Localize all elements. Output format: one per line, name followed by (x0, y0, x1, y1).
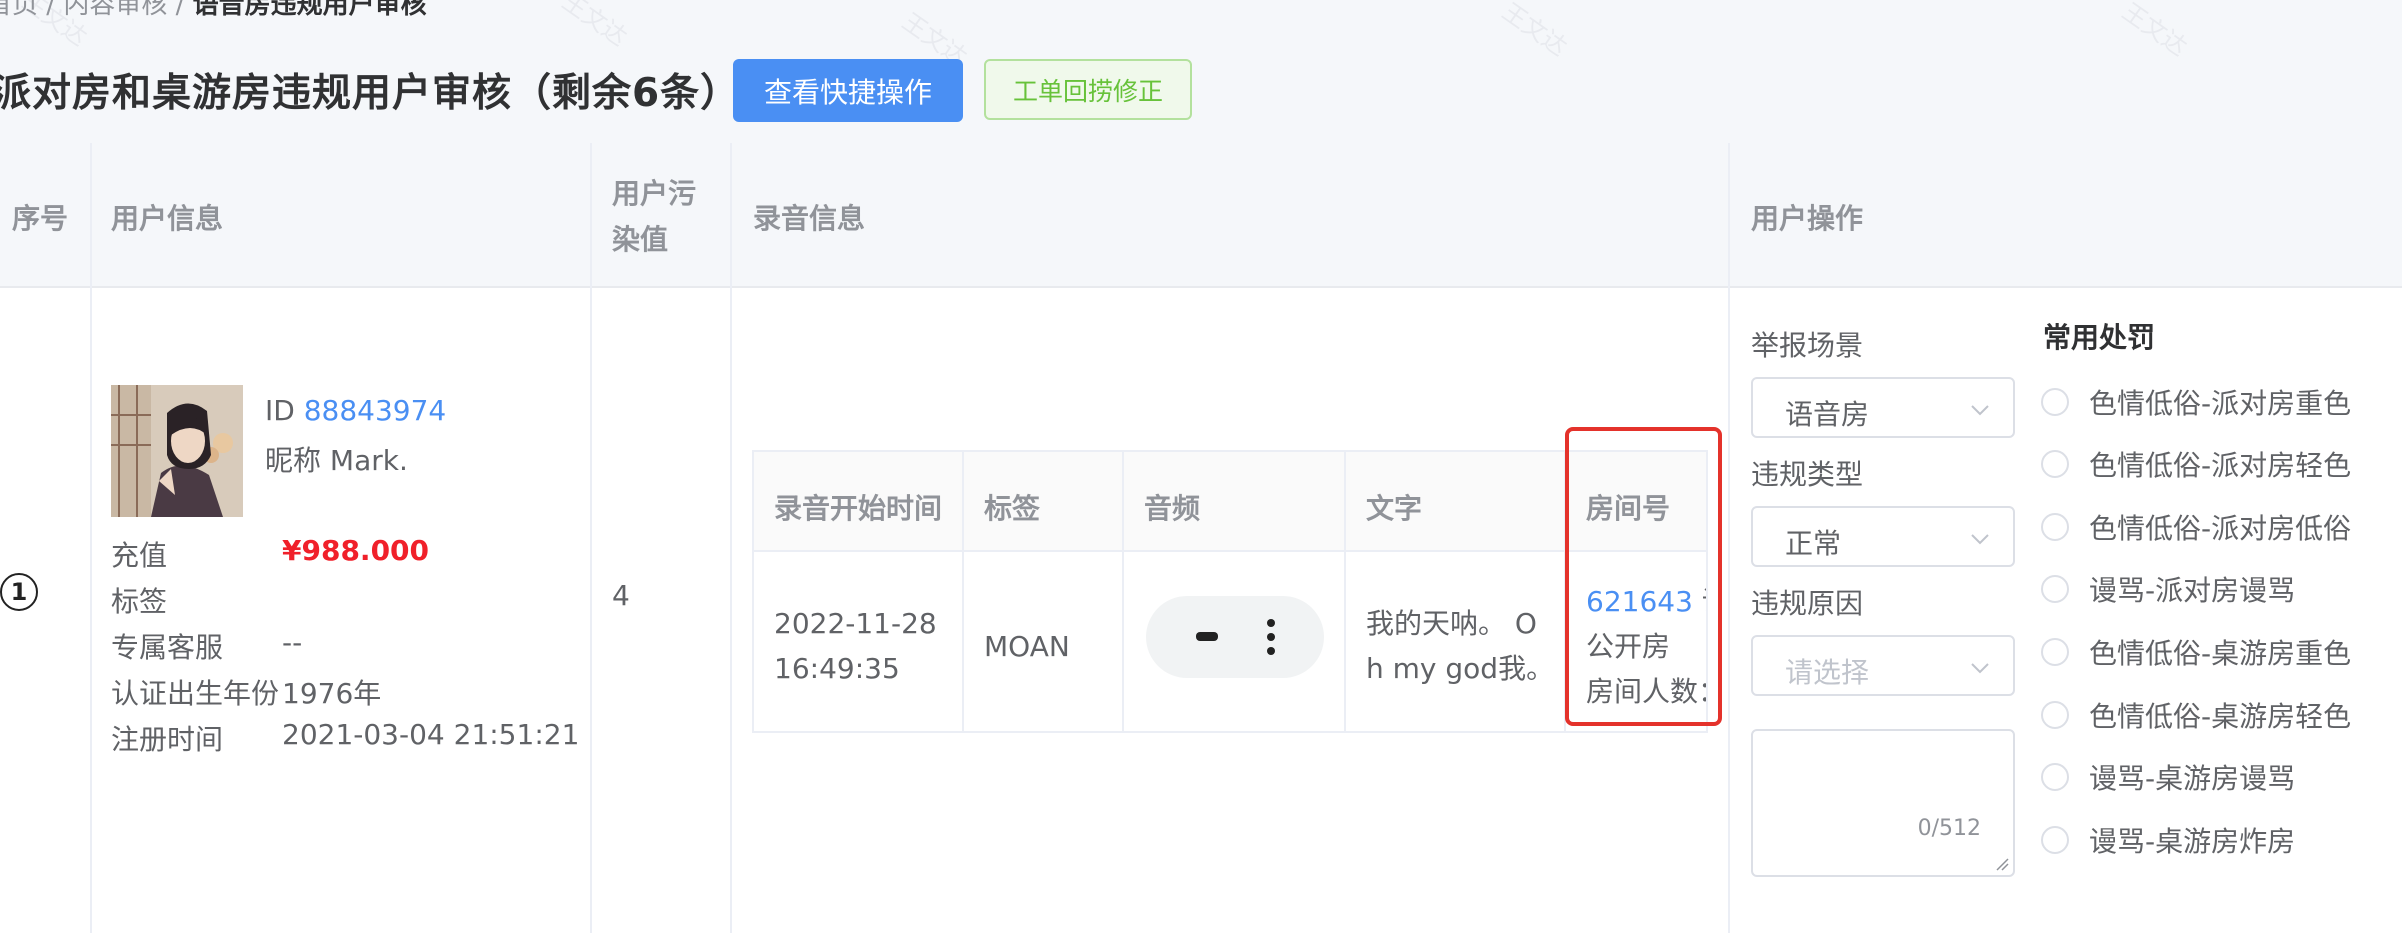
column-divider (730, 143, 732, 933)
birth-value: 1976年 (282, 677, 382, 710)
header-text: 文字 (1366, 492, 1423, 525)
start-time: 16:49:35 (774, 652, 900, 685)
punish-title: 常用处罚 (2043, 321, 2156, 354)
punish-option[interactable]: 色情低俗-派对房低俗 (2041, 507, 2351, 547)
scene-select[interactable]: 语音房 (1751, 377, 2015, 438)
scene-label: 举报场景 (1751, 329, 1864, 362)
violation-type-select[interactable]: 正常 (1751, 506, 2015, 567)
punish-option[interactable]: 色情低俗-派对房重色 (2041, 382, 2351, 422)
chevron-down-icon (1971, 534, 1989, 545)
register-label: 注册时间 (111, 723, 224, 756)
breadcrumb-content-review[interactable]: 内容审核 (63, 0, 167, 20)
column-divider (590, 143, 592, 933)
recharge-label: 充值 (111, 539, 168, 572)
violation-reason-placeholder: 请选择 (1785, 656, 1870, 689)
text-line-1: 我的天呐。 O (1366, 607, 1537, 640)
breadcrumb-current: 语音房违规用户审核 (192, 0, 427, 20)
header-start-time: 录音开始时间 (774, 492, 943, 525)
breadcrumb-home[interactable]: 首页 (0, 0, 38, 20)
punish-option-label: 色情低俗-派对房轻色 (2089, 449, 2352, 482)
header-recording: 录音信息 (753, 202, 866, 235)
radio-icon[interactable] (2041, 450, 2069, 478)
user-id-link[interactable]: 88843974 (304, 394, 447, 427)
remark-textarea[interactable]: 0/512 (1751, 729, 2015, 877)
header-audio: 音频 (1144, 492, 1201, 525)
violation-reason-label: 违规原因 (1751, 587, 1864, 620)
chevron-down-icon (1971, 663, 1989, 674)
page-title: 派对房和桌游房违规用户审核（剩余6条） (0, 71, 741, 116)
room-highlight-box (1565, 427, 1722, 726)
punish-option[interactable]: 谩骂-派对房谩骂 (2041, 569, 2295, 609)
violation-reason-select[interactable]: 请选择 (1751, 635, 2015, 696)
radio-icon[interactable] (2041, 575, 2069, 603)
violation-type-label: 违规类型 (1751, 458, 1864, 491)
punish-option-label: 色情低俗-桌游房重色 (2089, 637, 2352, 670)
punish-option-label: 谩骂-桌游房炸房 (2089, 825, 2296, 858)
resize-handle-icon[interactable] (1995, 857, 2009, 871)
user-id-row: ID 88843974 (265, 394, 446, 427)
punish-option[interactable]: 色情低俗-派对房轻色 (2041, 444, 2351, 484)
correction-button[interactable]: 工单回捞修正 (984, 59, 1192, 120)
avatar[interactable] (111, 385, 243, 517)
watermark: 王文达 (557, 0, 633, 52)
audio-player-controls (1196, 619, 1275, 655)
birth-label: 认证出生年份 (111, 677, 280, 710)
tag-label: 标签 (111, 585, 168, 618)
breadcrumb: 首页 / 内容审核 / 语音房违规用户审核 (0, 0, 427, 21)
watermark: 王文达 (1497, 0, 1573, 62)
audio-player[interactable] (1146, 596, 1324, 678)
punish-option-label: 谩骂-桌游房谩骂 (2089, 762, 2296, 795)
user-id-label: ID (265, 394, 295, 427)
recharge-value: ¥988.000 (282, 534, 430, 567)
scene-select-value: 语音房 (1785, 398, 1870, 431)
radio-icon[interactable] (2041, 513, 2069, 541)
punish-option[interactable]: 色情低俗-桌游房重色 (2041, 632, 2351, 672)
punish-option-label: 谩骂-派对房谩骂 (2089, 574, 2296, 607)
column-divider (90, 143, 92, 933)
nickname-label: 昵称 (265, 444, 322, 477)
radio-icon[interactable] (2041, 388, 2069, 416)
table-header (0, 143, 2402, 288)
breadcrumb-separator: / (175, 0, 193, 20)
radio-icon[interactable] (2041, 638, 2069, 666)
watermark: 王文达 (2117, 0, 2193, 62)
char-counter: 0/512 (1917, 816, 1981, 841)
punish-option-label: 色情低俗-派对房重色 (2089, 387, 2352, 420)
recording-tag: MOAN (984, 630, 1070, 663)
punish-option-label: 色情低俗-派对房低俗 (2089, 512, 2352, 545)
audio-progress-icon (1196, 632, 1218, 641)
pollution-value: 4 (612, 579, 630, 612)
radio-icon[interactable] (2041, 826, 2069, 854)
violation-type-value: 正常 (1785, 527, 1842, 560)
punish-option[interactable]: 谩骂-桌游房谩骂 (2041, 757, 2295, 797)
cs-value: -- (282, 626, 303, 659)
avatar-image (111, 385, 243, 517)
radio-icon[interactable] (2041, 701, 2069, 729)
cs-label: 专属客服 (111, 631, 224, 664)
header-tag: 标签 (984, 492, 1041, 525)
column-divider (962, 452, 964, 731)
row-index-badge: 1 (0, 573, 38, 611)
punish-option[interactable]: 色情低俗-桌游房轻色 (2041, 695, 2351, 735)
text-line-2: h my god我。 (1366, 652, 1555, 685)
column-divider (1122, 452, 1124, 731)
start-date: 2022-11-28 (774, 607, 937, 640)
punish-option[interactable]: 谩骂-桌游房炸房 (2041, 820, 2295, 860)
chevron-down-icon (1971, 405, 1989, 416)
column-divider (1344, 452, 1346, 731)
header-operation: 用户操作 (1751, 202, 1864, 235)
nickname-value: Mark. (329, 444, 408, 477)
header-user-info: 用户信息 (111, 202, 224, 235)
punish-option-label: 色情低俗-桌游房轻色 (2089, 700, 2352, 733)
nickname-row: 昵称 Mark. (265, 439, 408, 479)
register-value: 2021-03-04 21:51:21 (282, 718, 580, 751)
column-divider (1728, 143, 1730, 933)
breadcrumb-separator: / (46, 0, 64, 20)
quick-action-button[interactable]: 查看快捷操作 (733, 59, 963, 122)
header-index: 序号 (12, 202, 69, 235)
radio-icon[interactable] (2041, 763, 2069, 791)
header-pollution: 用户污染值 (612, 177, 697, 256)
